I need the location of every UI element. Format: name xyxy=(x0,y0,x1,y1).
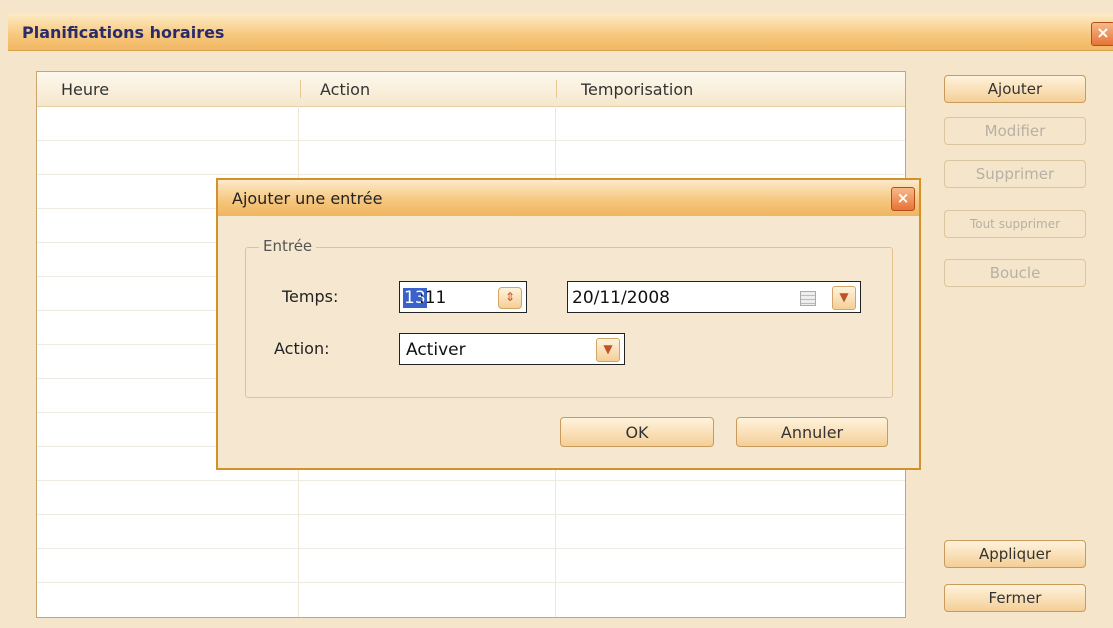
modify-button[interactable]: Modifier xyxy=(944,117,1086,145)
date-picker[interactable]: 20/11/2008 ▼ xyxy=(567,281,861,313)
list-header: Heure Action Temporisation xyxy=(37,72,905,107)
calendar-icon[interactable] xyxy=(800,291,816,306)
time-label: Temps: xyxy=(282,287,339,306)
time-minutes[interactable]: :11 xyxy=(419,288,446,308)
row-gridline xyxy=(37,140,905,141)
apply-button[interactable]: Appliquer xyxy=(944,540,1086,568)
column-header-heure[interactable]: Heure xyxy=(61,80,109,99)
date-value[interactable]: 20/11/2008 xyxy=(572,288,670,308)
delete-all-button[interactable]: Tout supprimer xyxy=(944,210,1086,238)
cancel-button[interactable]: Annuler xyxy=(736,417,888,447)
window-title: Planifications horaires xyxy=(22,23,225,42)
dialog-title: Ajouter une entrée xyxy=(232,189,383,208)
column-separator[interactable] xyxy=(300,80,301,98)
action-select[interactable]: Activer ▼ xyxy=(399,333,625,365)
column-separator[interactable] xyxy=(556,80,557,98)
delete-button[interactable]: Supprimer xyxy=(944,160,1086,188)
close-button[interactable]: Fermer xyxy=(944,584,1086,612)
add-button[interactable]: Ajouter xyxy=(944,75,1086,103)
column-header-action[interactable]: Action xyxy=(320,80,370,99)
chevron-down-icon[interactable]: ▼ xyxy=(596,338,620,362)
add-entry-dialog: Ajouter une entrée × Entrée Temps: 13 :1… xyxy=(216,178,921,470)
close-icon[interactable]: × xyxy=(1091,22,1113,46)
ok-button[interactable]: OK xyxy=(560,417,714,447)
column-header-temporisation[interactable]: Temporisation xyxy=(581,80,693,99)
entry-group xyxy=(245,247,893,398)
close-icon[interactable]: × xyxy=(891,187,915,211)
row-gridline xyxy=(37,514,905,515)
row-gridline xyxy=(37,582,905,583)
action-label: Action: xyxy=(274,339,330,358)
dialog-title-bar: Ajouter une entrée × xyxy=(218,180,919,216)
row-gridline xyxy=(37,174,905,175)
time-input[interactable]: 13 :11 ⇕ xyxy=(399,281,527,313)
spinner-icon[interactable]: ⇕ xyxy=(498,287,522,309)
action-value[interactable]: Activer xyxy=(406,340,466,360)
entry-group-label: Entrée xyxy=(259,237,317,255)
title-bar: Planifications horaires × xyxy=(8,14,1113,51)
row-gridline xyxy=(37,480,905,481)
loop-button[interactable]: Boucle xyxy=(944,259,1086,287)
row-gridline xyxy=(37,548,905,549)
chevron-down-icon[interactable]: ▼ xyxy=(832,286,856,310)
